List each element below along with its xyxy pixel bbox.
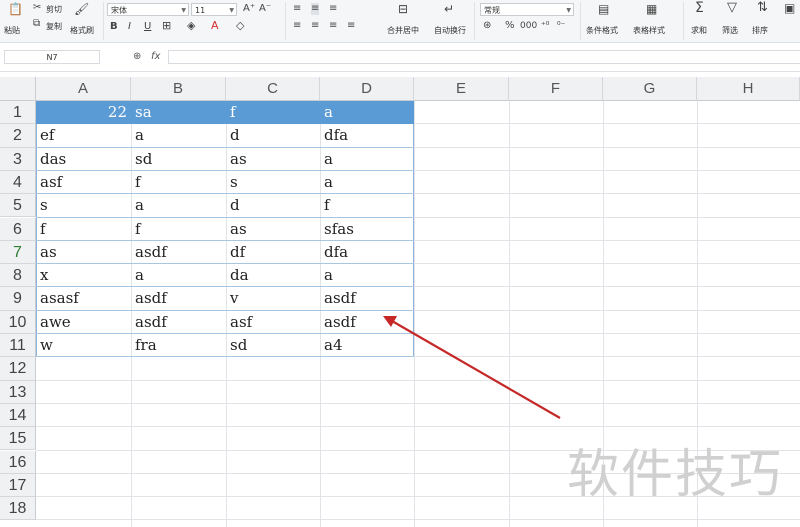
watermark: 软件技巧 [567, 445, 784, 505]
